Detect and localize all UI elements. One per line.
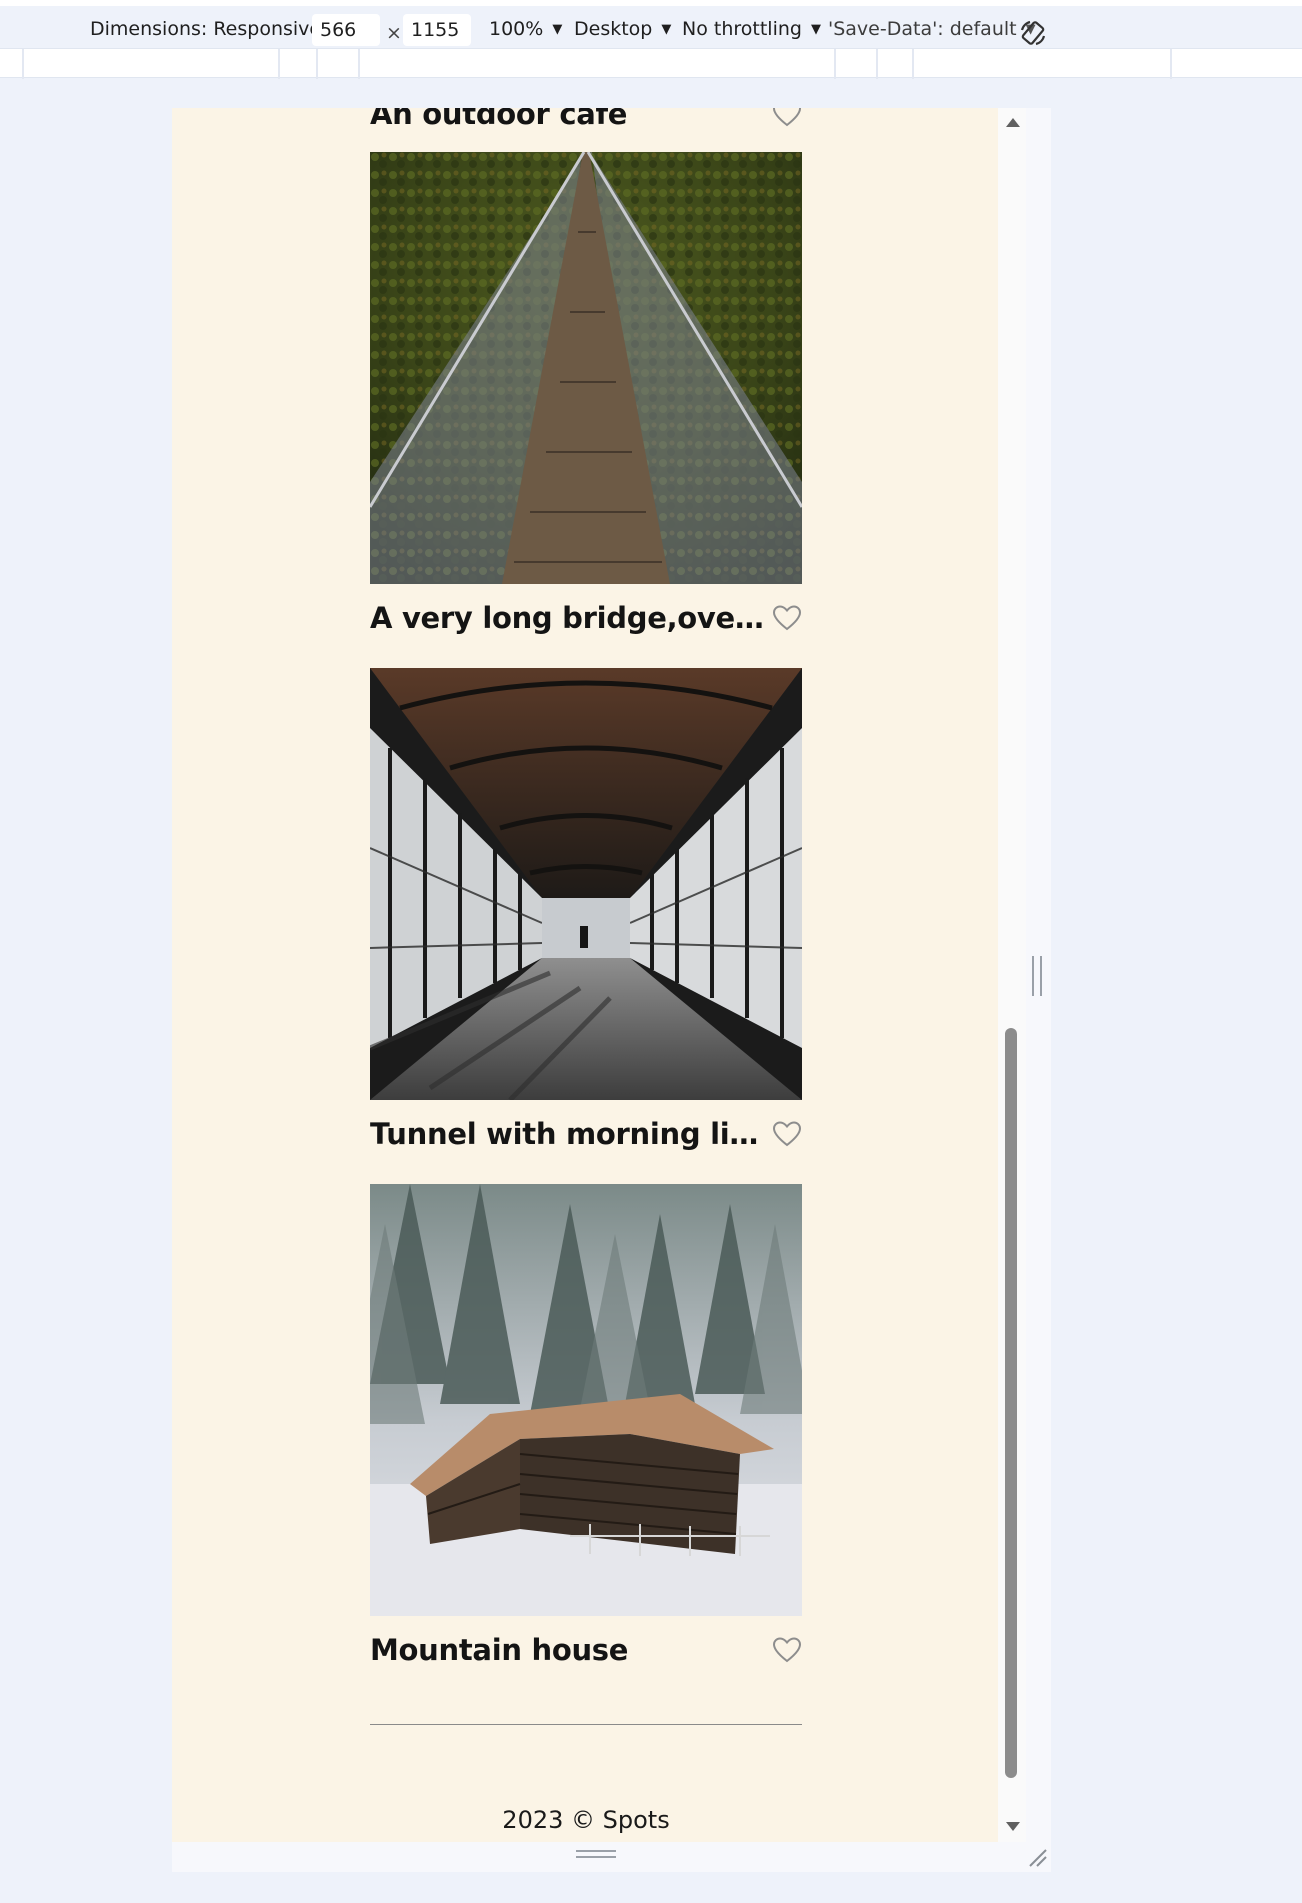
chevron-down-icon: ▼ [810, 21, 821, 37]
times-sign: × [386, 22, 402, 44]
heart-icon[interactable] [772, 1120, 802, 1148]
card-title: Tunnel with morning light [370, 1117, 772, 1151]
card-image-mountain-house[interactable] [370, 1184, 802, 1616]
card-title-row: A very long bridge,over th... [370, 598, 802, 638]
dimensions-dropdown[interactable]: Dimensions: Responsive ▼ [90, 18, 340, 40]
heart-icon[interactable] [772, 108, 802, 128]
chevron-down-icon: ▼ [661, 21, 672, 37]
footer-divider [370, 1724, 802, 1725]
chevron-down-icon: ▼ [552, 21, 563, 37]
devtools-device-toolbar: Dimensions: Responsive ▼ 566 × 1155 100%… [0, 0, 1302, 48]
scroll-down-arrow-icon[interactable] [1006, 1822, 1020, 1831]
viewport-resize-handle-right[interactable] [1032, 956, 1042, 996]
heart-icon[interactable] [772, 1636, 802, 1664]
media-query-ruler[interactable] [0, 48, 1302, 79]
scrollbar-thumb[interactable] [1005, 1028, 1017, 1778]
resize-corner-icon[interactable] [1026, 1846, 1048, 1868]
height-input[interactable]: 1155 [403, 14, 471, 46]
zoom-dropdown[interactable]: 100% ▼ [489, 18, 562, 40]
card-title-row: Tunnel with morning light [370, 1114, 802, 1154]
width-input[interactable]: 566 [312, 14, 380, 46]
heart-icon[interactable] [772, 604, 802, 632]
page-viewport: An outdoor cafe A very long bridge,over … [172, 108, 998, 1842]
save-data-dropdown[interactable]: 'Save-Data': default ▼ [828, 18, 1036, 40]
card-title: An outdoor cafe [370, 108, 628, 131]
throttling-dropdown[interactable]: No throttling ▼ [682, 18, 821, 40]
page-scrollbar[interactable] [998, 108, 1026, 1842]
card-image-bridge[interactable] [370, 152, 802, 584]
card-title: A very long bridge,over th... [370, 601, 772, 635]
zoom-label: 100% [489, 18, 544, 40]
device-type-dropdown[interactable]: Desktop ▼ [574, 18, 671, 40]
scroll-up-arrow-icon[interactable] [1006, 118, 1020, 127]
rotate-icon[interactable] [1018, 18, 1048, 48]
card-title-row: An outdoor cafe [370, 108, 802, 134]
card-title: Mountain house [370, 1633, 629, 1667]
viewport-resize-handle-bottom[interactable] [576, 1850, 616, 1858]
dimensions-label: Dimensions: Responsive [90, 18, 322, 40]
card-title-row: Mountain house [370, 1630, 802, 1670]
card-image-tunnel[interactable] [370, 668, 802, 1100]
device-viewport-frame: An outdoor cafe A very long bridge,over … [172, 108, 1051, 1872]
footer-copyright: 2023 © Spots [502, 1806, 670, 1834]
save-data-label: 'Save-Data': default [828, 18, 1017, 40]
throttling-label: No throttling [682, 18, 802, 40]
device-type-label: Desktop [574, 18, 653, 40]
